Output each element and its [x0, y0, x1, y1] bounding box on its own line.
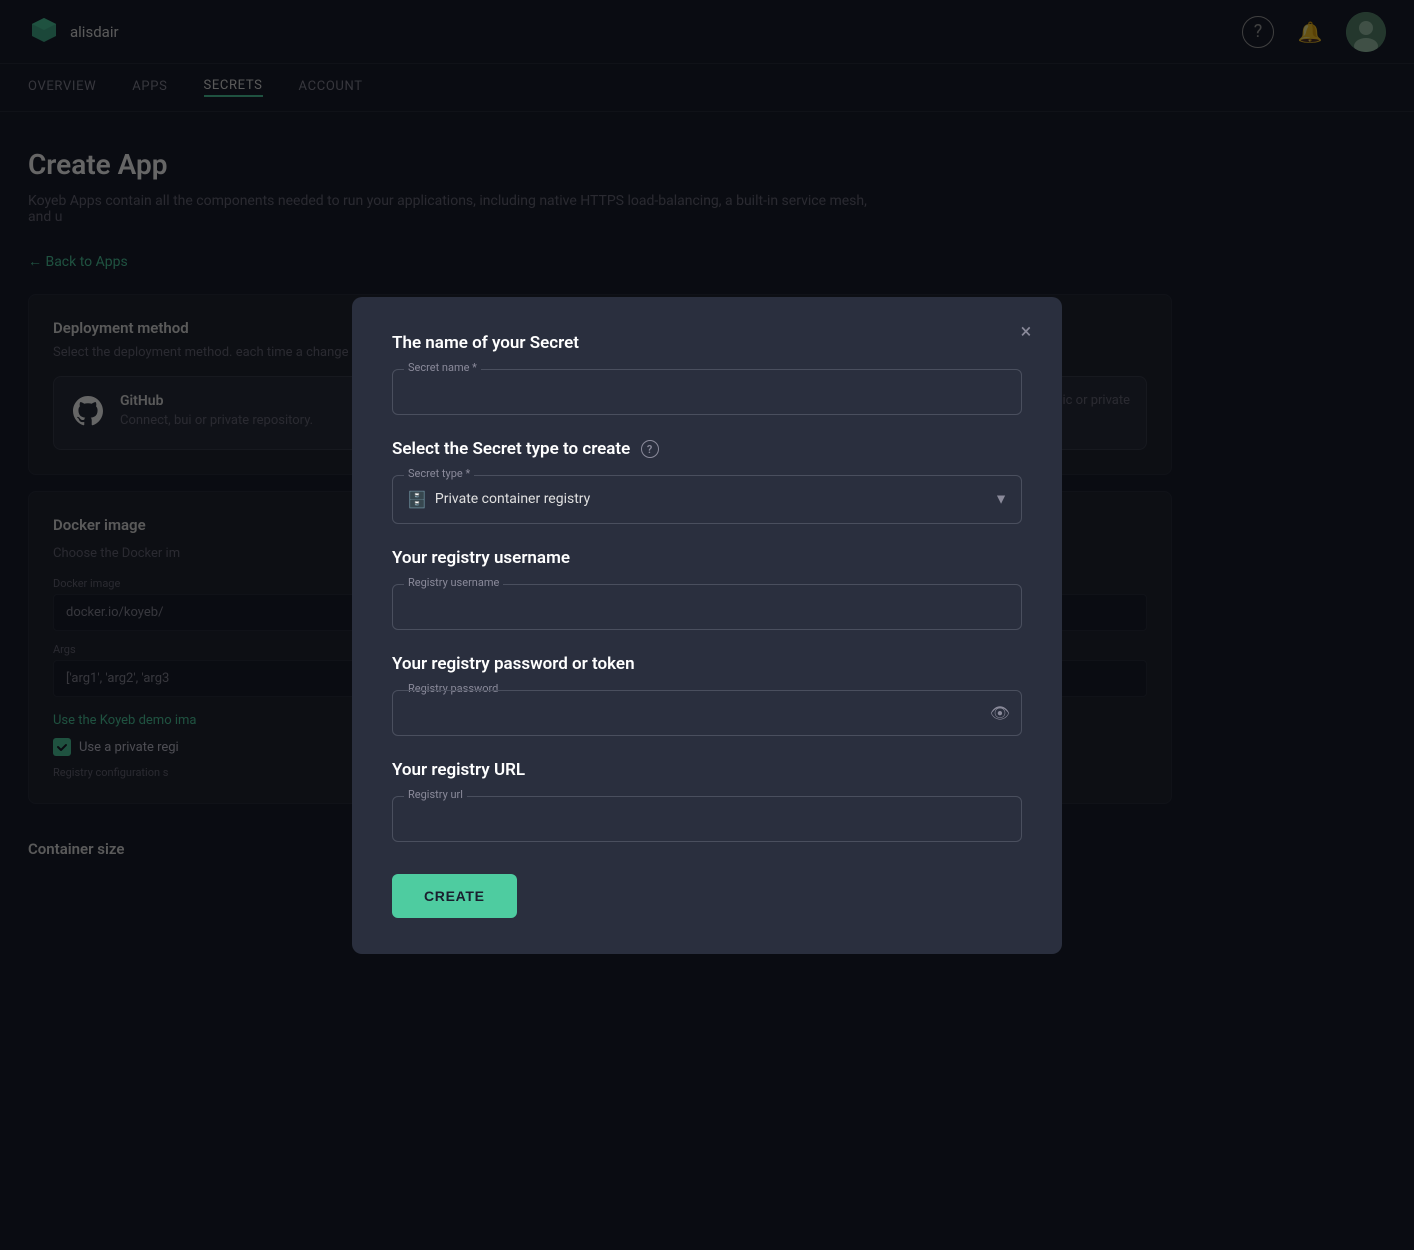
registry-password-wrapper: 👁 [392, 690, 1022, 736]
secret-type-field: Secret type * 🗄️ Private container regis… [392, 475, 1022, 524]
registry-url-title: Your registry URL [392, 760, 1022, 780]
secret-name-input[interactable] [392, 369, 1022, 415]
secret-type-select[interactable]: 🗄️ Private container registry [392, 475, 1022, 524]
secret-type-select-wrapper[interactable]: 🗄️ Private container registry ▼ [392, 475, 1022, 524]
secret-type-value: 🗄️ Private container registry [407, 490, 590, 509]
registry-url-input[interactable] [392, 796, 1022, 842]
modal-secret-type-title: Select the Secret type to create ? [392, 439, 1022, 459]
registry-password-field: Registry password 👁 [392, 690, 1022, 736]
modal-secret-name-title: The name of your Secret [392, 333, 1022, 353]
create-button[interactable]: CREATE [392, 874, 517, 918]
modal-close-button[interactable]: × [1010, 315, 1042, 347]
secret-name-field: Secret name * [392, 369, 1022, 415]
registry-password-input[interactable] [392, 690, 1022, 736]
secret-type-label: Secret type * [404, 467, 474, 480]
registry-username-input[interactable] [392, 584, 1022, 630]
secret-name-label: Secret name * [404, 361, 481, 374]
registry-username-title: Your registry username [392, 548, 1022, 568]
password-toggle-icon[interactable]: 👁 [990, 703, 1010, 722]
create-secret-modal: × The name of your Secret Secret name * … [352, 297, 1062, 954]
registry-select-icon: 🗄️ [407, 490, 427, 509]
registry-username-label: Registry username [404, 576, 503, 589]
registry-username-field: Registry username [392, 584, 1022, 630]
registry-password-title: Your registry password or token [392, 654, 1022, 674]
modal-overlay: × The name of your Secret Secret name * … [0, 0, 1414, 1250]
registry-url-label: Registry url [404, 788, 467, 801]
registry-url-field: Registry url [392, 796, 1022, 842]
secret-type-help-icon[interactable]: ? [641, 440, 659, 458]
